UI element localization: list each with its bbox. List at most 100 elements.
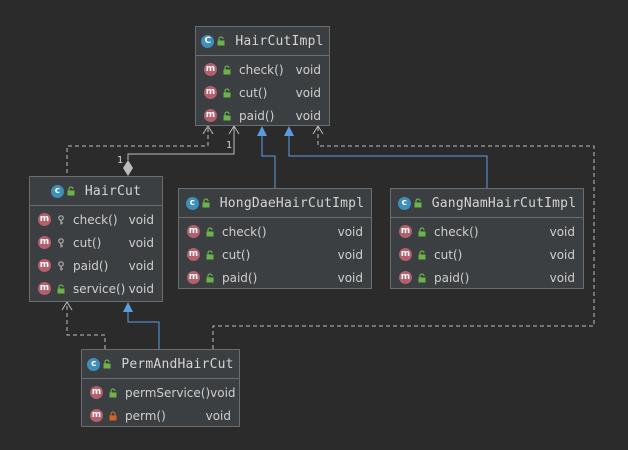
method-row[interactable]: m permService() void [82, 381, 239, 404]
class-header: c PermAndHairCut [82, 350, 239, 379]
return-type: void [210, 385, 236, 400]
method-icon: m [204, 63, 217, 76]
method-icon: m [90, 409, 103, 422]
inheritance-hongdae-to-impl [257, 126, 276, 188]
return-type: void [295, 108, 321, 123]
return-type: void [205, 408, 231, 423]
public-lock-icon [202, 198, 210, 208]
method-name: paid() [434, 270, 470, 285]
public-lock-icon [418, 249, 426, 259]
class-header: c HongDaeHairCutImpl [179, 189, 371, 218]
public-lock-icon [223, 110, 231, 120]
method-icon: m [187, 248, 200, 261]
method-icon: m [204, 86, 217, 99]
public-lock-icon [418, 272, 426, 282]
return-type: void [128, 212, 154, 227]
method-icon: m [38, 236, 51, 249]
class-name: PermAndHairCut [121, 356, 234, 372]
inheritance-gangnam-to-impl [284, 126, 488, 188]
class-box-haircutimpl[interactable]: C HairCutImpl m check() void m cut() voi… [195, 26, 330, 126]
method-row[interactable]: m check() void [391, 220, 583, 243]
method-row[interactable]: m check() void [196, 58, 329, 81]
method-name: service() [73, 281, 126, 296]
return-type: void [549, 224, 575, 239]
return-type: void [128, 258, 154, 273]
method-icon: m [38, 213, 51, 226]
method-icon: m [399, 271, 412, 284]
method-icon: m [90, 386, 103, 399]
public-lock-icon [206, 249, 214, 259]
method-icon: m [187, 271, 200, 284]
public-lock-icon [223, 64, 231, 74]
method-icon: m [187, 225, 200, 238]
method-row[interactable]: m cut() void [196, 81, 329, 104]
method-icon: m [38, 259, 51, 272]
method-name: permService() [125, 385, 211, 400]
package-key-icon [58, 260, 64, 270]
class-header: c HairCut [30, 177, 162, 206]
method-name: paid() [222, 270, 258, 285]
method-row[interactable]: m perm() void [82, 404, 239, 427]
public-lock-icon [414, 198, 422, 208]
class-header: C HairCutImpl [196, 27, 329, 56]
method-row[interactable]: m cut() void [179, 243, 371, 266]
dependency-haircut-to-impl [66, 125, 214, 180]
package-key-icon [58, 237, 64, 247]
method-name: cut() [239, 85, 268, 100]
public-lock-icon [103, 359, 111, 369]
dependency-perm-to-haircut [61, 301, 106, 349]
public-lock-icon [67, 186, 75, 196]
package-key-icon [58, 214, 64, 224]
method-name: cut() [73, 235, 102, 250]
return-type: void [295, 85, 321, 100]
method-row[interactable]: m service() void [30, 277, 162, 300]
public-lock-icon [217, 36, 225, 46]
class-icon: C [201, 34, 215, 48]
method-row[interactable]: m cut() void [30, 231, 162, 254]
class-name: HairCut [84, 183, 142, 199]
method-row[interactable]: m paid() void [30, 254, 162, 277]
return-type: void [128, 281, 154, 296]
method-row[interactable]: m check() void [30, 208, 162, 231]
method-row[interactable]: m cut() void [391, 243, 583, 266]
return-type: void [337, 224, 363, 239]
multiplicity-label-haircut: 1 [117, 155, 124, 166]
return-type: void [295, 62, 321, 77]
method-row[interactable]: m paid() void [391, 266, 583, 289]
multiplicity-label-impl: 1 [226, 140, 233, 151]
return-type: void [337, 270, 363, 285]
public-lock-icon [206, 272, 214, 282]
method-name: check() [222, 224, 267, 239]
public-lock-icon [206, 226, 214, 236]
inheritance-perm-to-haircut [123, 302, 160, 349]
method-icon: m [204, 109, 217, 122]
aggregation-haircut-impl [123, 125, 240, 176]
method-icon: m [399, 225, 412, 238]
private-lock-icon [109, 410, 117, 420]
class-box-hongdaehaircutimpl[interactable]: c HongDaeHairCutImpl m check() void m cu… [178, 188, 372, 289]
aggregation-diamond [123, 160, 133, 176]
return-type: void [337, 247, 363, 262]
public-lock-icon [418, 226, 426, 236]
class-box-permandhaircut[interactable]: c PermAndHairCut m permService() void m … [81, 349, 240, 427]
class-name: HongDaeHairCutImpl [219, 195, 365, 211]
class-name: HairCutImpl [235, 33, 324, 49]
method-name: cut() [434, 247, 463, 262]
class-name: GangNamHairCutImpl [431, 195, 577, 211]
class-icon: c [397, 196, 411, 210]
method-row[interactable]: m paid() void [196, 104, 329, 127]
return-type: void [128, 235, 154, 250]
method-name: check() [434, 224, 479, 239]
method-name: paid() [73, 258, 109, 273]
class-box-haircut[interactable]: c HairCut m check() void m cut() void m … [29, 176, 163, 302]
return-type: void [549, 270, 575, 285]
method-row[interactable]: m paid() void [179, 266, 371, 289]
public-lock-icon [109, 387, 117, 397]
public-lock-icon [223, 87, 231, 97]
class-box-gangnamhaircutimpl[interactable]: c GangNamHairCutImpl m check() void m cu… [390, 188, 584, 289]
method-icon: m [38, 282, 51, 295]
public-lock-icon [57, 283, 65, 293]
method-icon: m [399, 248, 412, 261]
class-header: c GangNamHairCutImpl [391, 189, 583, 218]
method-row[interactable]: m check() void [179, 220, 371, 243]
